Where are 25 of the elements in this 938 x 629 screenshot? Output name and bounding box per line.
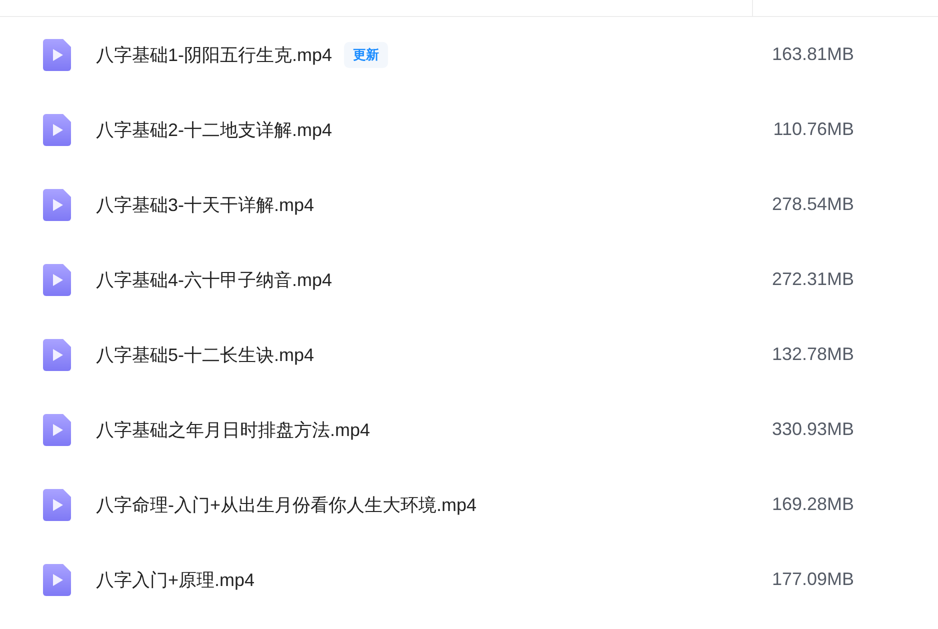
video-file-icon (43, 114, 71, 146)
file-size: 272.31MB (772, 269, 854, 290)
video-file-icon (43, 488, 71, 520)
file-size: 169.28MB (772, 494, 854, 515)
video-file-icon (43, 188, 71, 220)
video-file-icon (43, 264, 71, 296)
file-size: 110.76MB (773, 119, 854, 140)
file-size: 330.93MB (772, 419, 854, 440)
update-badge: 更新 (344, 42, 388, 68)
video-file-icon (43, 564, 71, 596)
video-file-icon (43, 38, 71, 70)
video-file-icon (43, 338, 71, 370)
file-name[interactable]: 八字基础5-十二长生诀.mp4 (96, 342, 314, 366)
file-name[interactable]: 八字基础3-十天干详解.mp4 (96, 192, 314, 216)
file-name[interactable]: 八字基础4-六十甲子纳音.mp4 (96, 268, 332, 292)
file-name[interactable]: 八字基础2-十二地支详解.mp4 (96, 118, 332, 142)
file-size: 177.09MB (772, 569, 854, 590)
file-name[interactable]: 八字基础1-阴阳五行生克.mp4 (96, 42, 332, 66)
file-name[interactable]: 八字命理-入门+从出生月份看你人生大环境.mp4 (96, 492, 477, 516)
file-size: 278.54MB (772, 194, 854, 215)
file-size: 163.81MB (772, 44, 854, 65)
video-file-icon (43, 414, 71, 446)
file-name[interactable]: 八字基础之年月日时排盘方法.mp4 (96, 418, 370, 442)
file-name[interactable]: 八字入门+原理.mp4 (96, 568, 255, 592)
file-size: 132.78MB (772, 344, 854, 365)
